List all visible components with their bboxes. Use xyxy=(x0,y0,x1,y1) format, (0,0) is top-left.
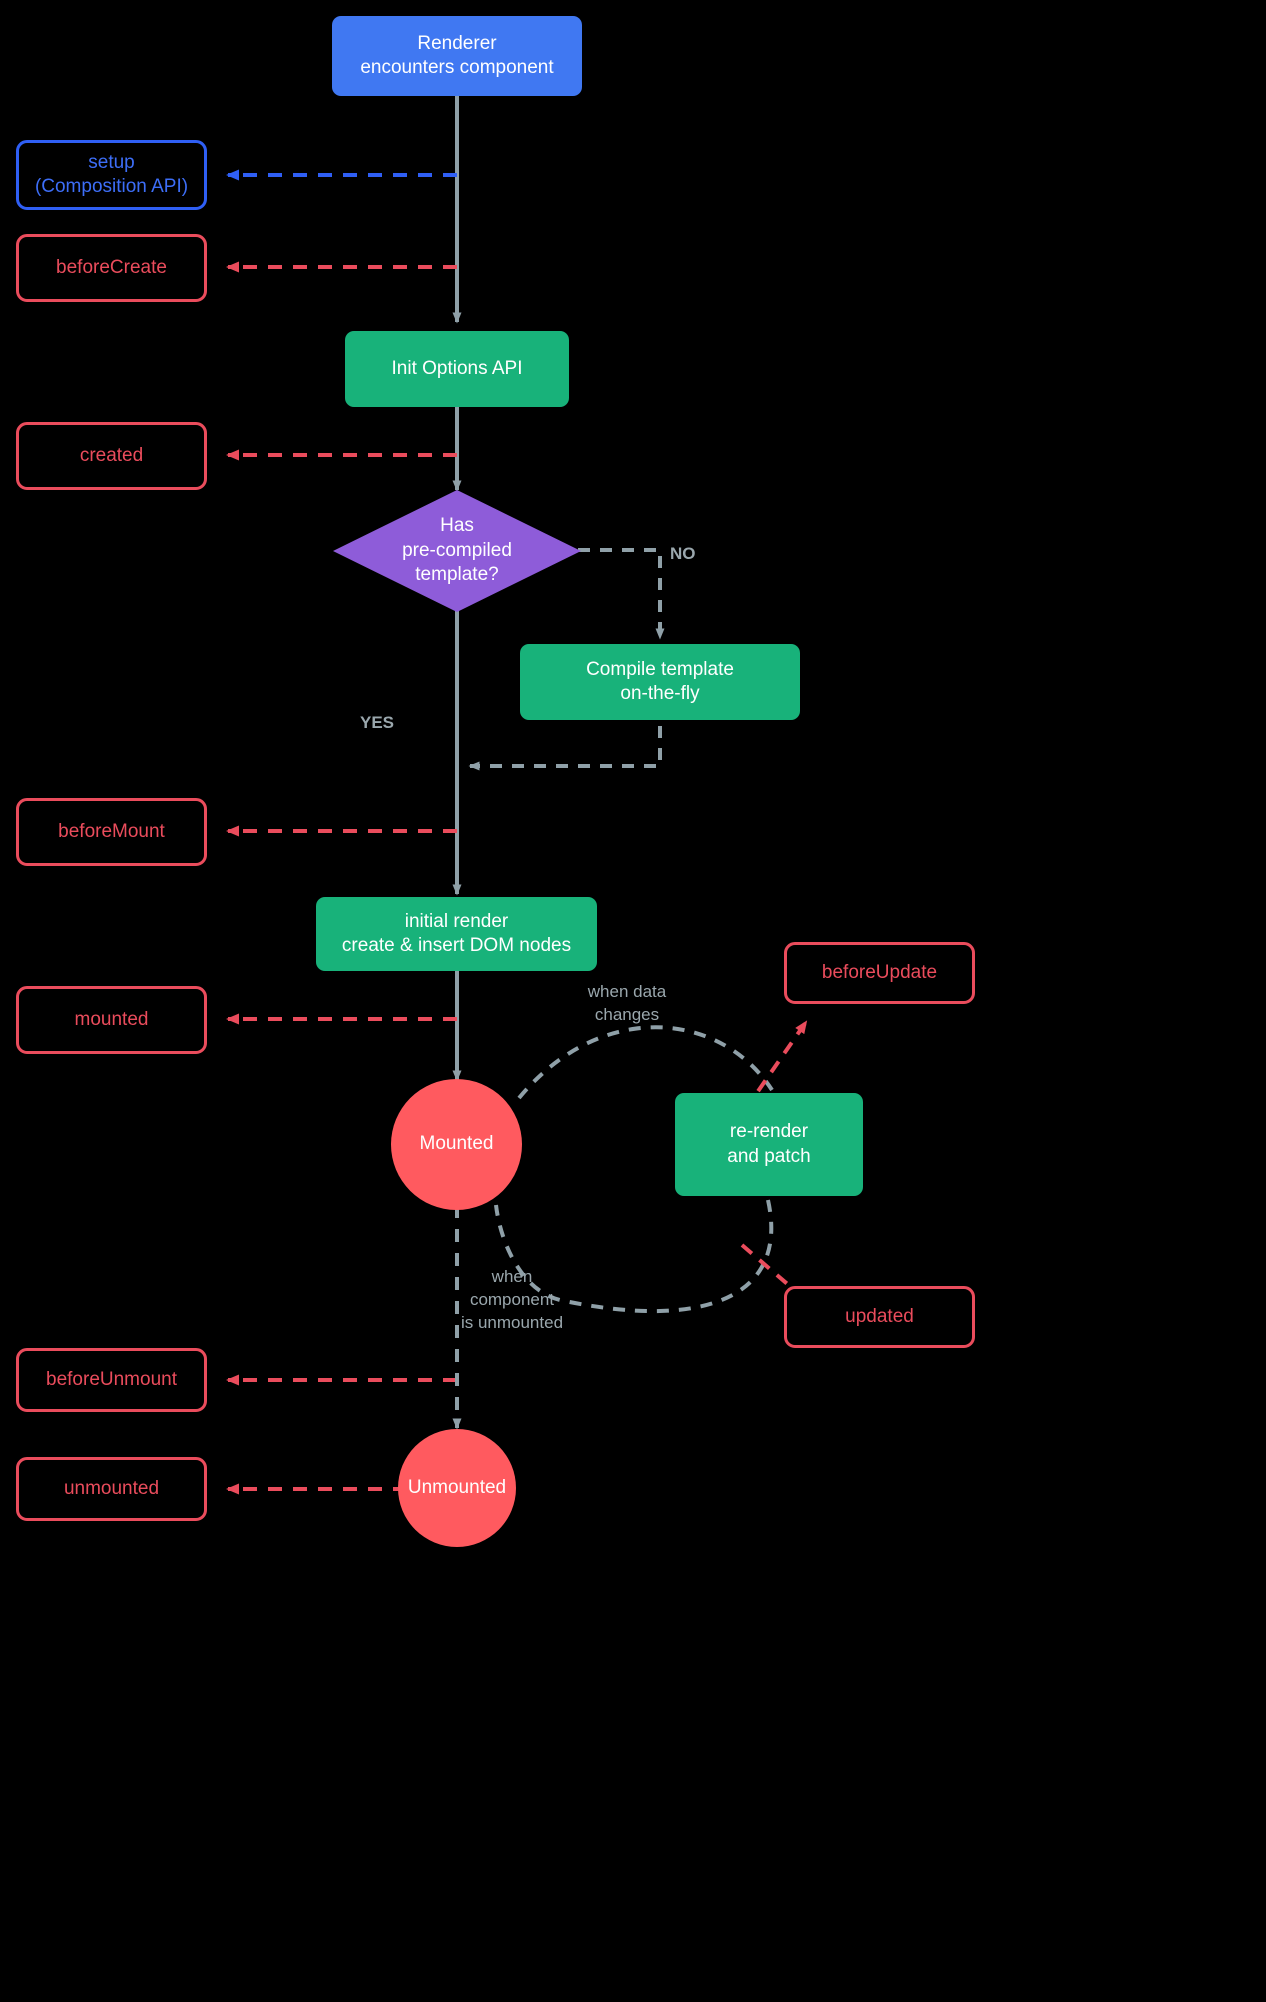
node-mounted-hook[interactable]: mounted xyxy=(16,986,207,1054)
node-mounted-state[interactable]: Mounted xyxy=(391,1079,522,1210)
node-updated-hook[interactable]: updated xyxy=(784,1286,975,1348)
node-setup-hook[interactable]: setup (Composition API) xyxy=(16,140,207,210)
node-init-options-label: Init Options API xyxy=(391,357,523,379)
node-updated-hook-label: updated xyxy=(845,1305,914,1327)
node-unmounted-state[interactable]: Unmounted xyxy=(398,1429,516,1547)
node-mounted-state-label: Mounted xyxy=(419,1133,494,1155)
edge-label-when-data-changes: when data changes xyxy=(587,982,667,1024)
node-setup-hook-label: setup (Composition API) xyxy=(34,151,189,197)
node-unmounted-hook-label: unmounted xyxy=(63,1477,160,1499)
node-beforecreate-hook-label: beforeCreate xyxy=(56,256,167,278)
node-renderer-label: Renderer encounters component xyxy=(360,32,554,78)
node-decision-template[interactable]: Has pre-compiled template? xyxy=(333,490,581,612)
node-beforemount-hook-label: beforeMount xyxy=(58,820,165,842)
node-renderer[interactable]: Renderer encounters component xyxy=(332,16,582,96)
node-initial-render[interactable]: initial render create & insert DOM nodes xyxy=(316,897,597,971)
node-unmounted-state-label: Unmounted xyxy=(407,1476,507,1498)
node-rerender-patch-label: re-render and patch xyxy=(727,1121,811,1167)
lifecycle-diagram: Renderer encounters component setup (Com… xyxy=(0,0,1266,2002)
node-beforecreate-hook[interactable]: beforeCreate xyxy=(16,234,207,302)
edge-mounted-to-rerender-top xyxy=(517,1025,774,1100)
node-beforeunmount-hook-label: beforeUnmount xyxy=(46,1368,177,1390)
node-rerender-patch[interactable]: re-render and patch xyxy=(675,1093,863,1196)
edge-decision-no xyxy=(578,548,665,640)
node-init-options[interactable]: Init Options API xyxy=(345,331,569,407)
node-beforemount-hook[interactable]: beforeMount xyxy=(16,798,207,866)
edge-compile-back-to-spine xyxy=(468,726,662,771)
node-created-hook-label: created xyxy=(79,444,144,466)
edge-label-yes: YES xyxy=(360,713,395,732)
node-beforeupdate-hook-label: beforeUpdate xyxy=(821,961,938,983)
node-decision-template-label: Has pre-compiled template? xyxy=(402,514,512,586)
node-compile-template-label: Compile template on-the-fly xyxy=(586,658,734,704)
node-initial-render-label: initial render create & insert DOM nodes xyxy=(341,910,572,956)
node-created-hook[interactable]: created xyxy=(16,422,207,490)
edge-label-when-component-unmounted: when component is unmounted xyxy=(460,1267,564,1332)
node-compile-template[interactable]: Compile template on-the-fly xyxy=(520,644,800,720)
node-unmounted-hook[interactable]: unmounted xyxy=(16,1457,207,1521)
node-beforeupdate-hook[interactable]: beforeUpdate xyxy=(784,942,975,1004)
edge-label-no: NO xyxy=(670,544,696,563)
node-mounted-hook-label: mounted xyxy=(74,1008,149,1030)
node-beforeunmount-hook[interactable]: beforeUnmount xyxy=(16,1348,207,1412)
